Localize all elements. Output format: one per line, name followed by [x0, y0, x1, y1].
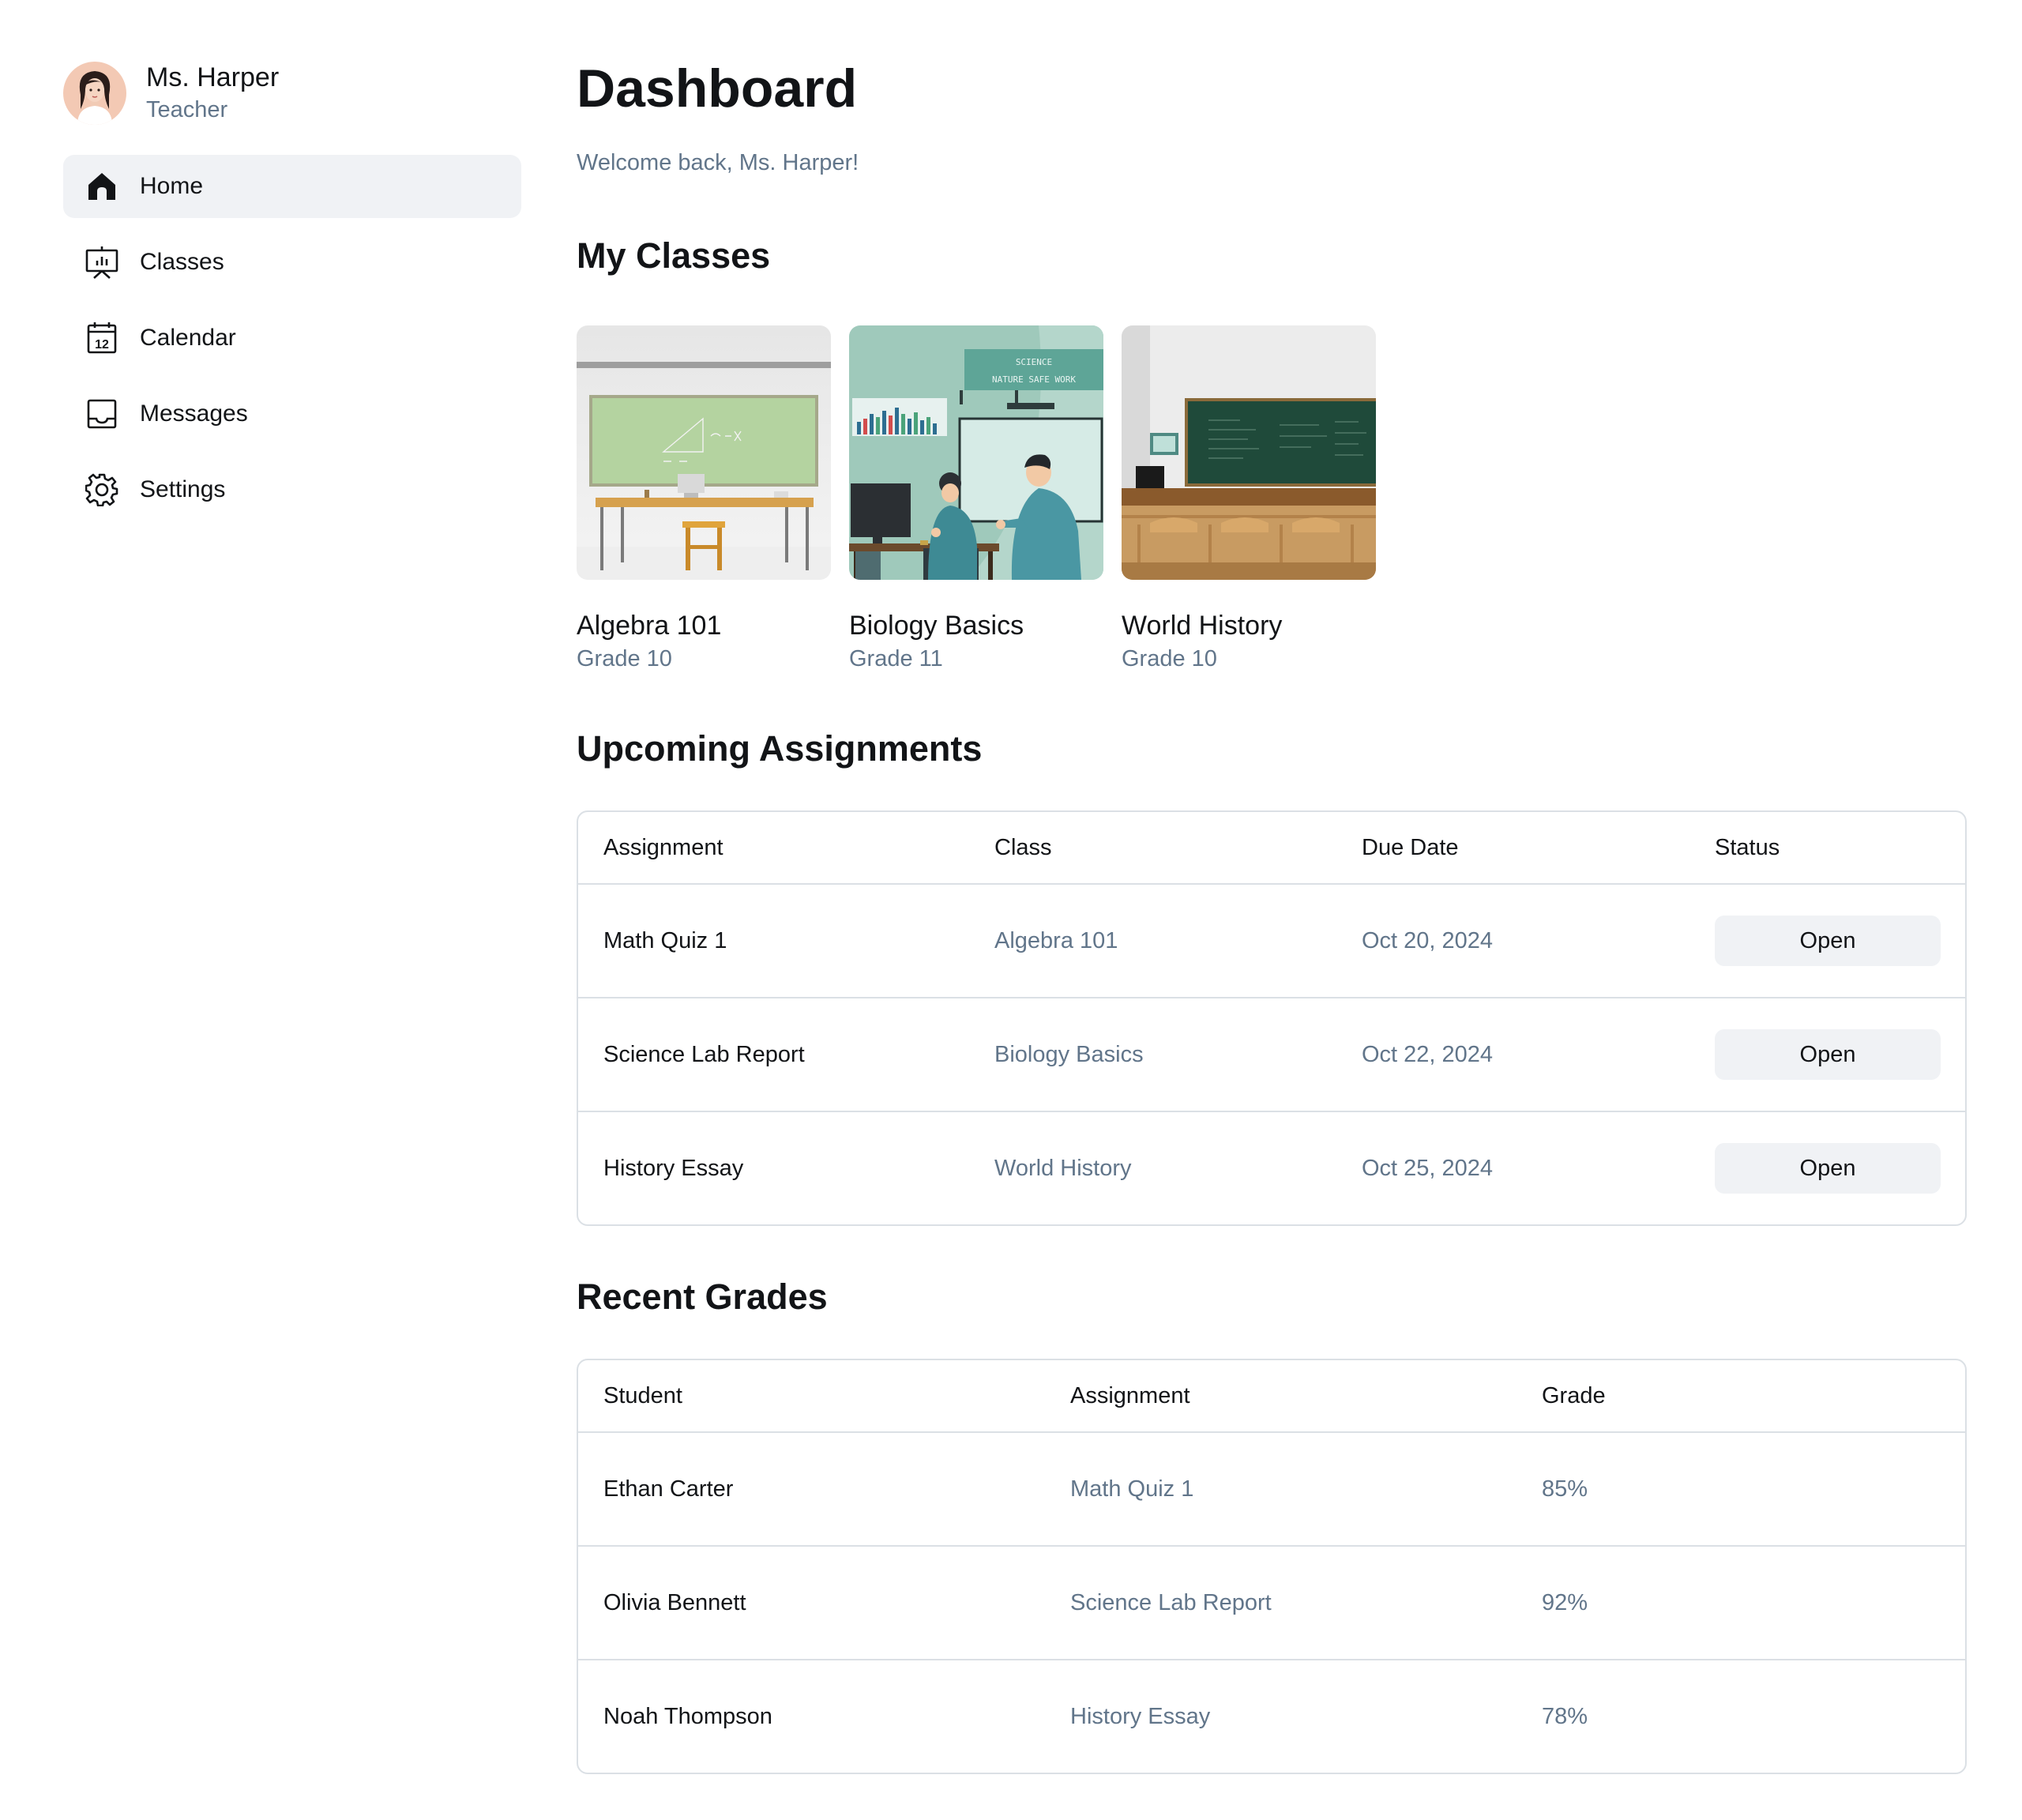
banner-line-2: NATURE SAFE WORK [992, 374, 1076, 385]
student-name: Noah Thompson [603, 1703, 772, 1729]
column-header-grade: Grade [1542, 1382, 1606, 1408]
sidebar-item-classes[interactable]: Classes [63, 231, 521, 294]
column-header-assignment: Assignment [1070, 1382, 1190, 1408]
banner-line-1: SCIENCE [1016, 357, 1052, 367]
class-card-biology[interactable]: SCIENCE NATURE SAFE WORK Biology Basics … [849, 325, 1103, 675]
assignment-class: World History [994, 1155, 1132, 1181]
sidebar-item-label: Settings [140, 476, 226, 502]
assignment-class: Biology Basics [994, 1041, 1144, 1067]
table-header-row: Student Assignment Grade [578, 1360, 1965, 1431]
welcome-message: Welcome back, Ms. Harper! [577, 150, 859, 175]
grade-assignment: Science Lab Report [1070, 1589, 1272, 1615]
user-name: Ms. Harper [146, 62, 280, 92]
sidebar-item-calendar[interactable]: 12 Calendar [63, 306, 521, 370]
my-classes-heading: My Classes [577, 235, 771, 276]
column-header-student: Student [603, 1382, 682, 1408]
column-header-due-date: Due Date [1362, 834, 1459, 860]
inbox-icon [85, 397, 118, 431]
column-header-status: Status [1715, 834, 1780, 860]
sidebar-item-home[interactable]: Home [63, 155, 521, 218]
grade-assignment: History Essay [1070, 1703, 1211, 1729]
sidebar-item-settings[interactable]: Settings [63, 458, 521, 521]
sidebar-item-label: Calendar [140, 325, 236, 351]
assignment-due-date: Oct 20, 2024 [1362, 927, 1494, 953]
class-image-algebra[interactable] [577, 325, 831, 580]
class-grade: Grade 10 [577, 646, 672, 671]
table-row: Math Quiz 1 Algebra 101 Oct 20, 2024 Ope… [578, 883, 1965, 997]
table-row: Science Lab Report Biology Basics Oct 22… [578, 997, 1965, 1111]
class-name: Biology Basics [849, 611, 1024, 641]
class-image-history[interactable] [1122, 325, 1376, 580]
class-grade: Grade 10 [1122, 646, 1217, 671]
page-title: Dashboard [577, 58, 858, 118]
status-open-button[interactable]: Open [1715, 916, 1941, 966]
sidebar-item-label: Home [140, 173, 204, 199]
user-profile[interactable]: Ms. Harper Teacher [63, 55, 521, 131]
column-header-assignment: Assignment [603, 834, 723, 860]
class-card-history[interactable]: World History Grade 10 [1122, 325, 1376, 675]
user-role: Teacher [146, 97, 228, 122]
table-header-row: Assignment Class Due Date Status [578, 812, 1965, 883]
status-open-button[interactable]: Open [1715, 1029, 1941, 1080]
table-row: Olivia Bennett Science Lab Report 92% [578, 1545, 1965, 1659]
calendar-icon: 12 [85, 322, 118, 355]
class-name: Algebra 101 [577, 611, 722, 641]
home-icon [85, 170, 118, 203]
class-grade: Grade 11 [849, 646, 943, 671]
assignments-table: Assignment Class Due Date Status Math Qu… [577, 810, 1967, 1226]
table-row: Ethan Carter Math Quiz 1 85% [578, 1431, 1965, 1545]
calendar-icon-day: 12 [95, 338, 109, 352]
upcoming-assignments-heading: Upcoming Assignments [577, 728, 983, 769]
avatar[interactable] [63, 62, 126, 125]
assignment-class: Algebra 101 [994, 927, 1118, 953]
recent-grades-heading: Recent Grades [577, 1277, 828, 1317]
status-open-button[interactable]: Open [1715, 1143, 1941, 1194]
grade-value: 85% [1542, 1476, 1588, 1502]
sidebar: Ms. Harper Teacher Home Classes 12 Calen… [63, 55, 521, 534]
assignment-due-date: Oct 22, 2024 [1362, 1041, 1494, 1067]
class-card-algebra[interactable]: Algebra 101 Grade 10 [577, 325, 831, 675]
student-name: Ethan Carter [603, 1476, 734, 1502]
assignment-name: History Essay [603, 1155, 744, 1181]
assignment-name: Math Quiz 1 [603, 927, 727, 953]
student-name: Olivia Bennett [603, 1589, 746, 1615]
sidebar-nav: Home Classes 12 Calendar Messages Settin… [63, 155, 521, 521]
class-cards: Algebra 101 Grade 10 SCIENCE NATURE SAFE… [577, 325, 1967, 675]
grade-assignment: Math Quiz 1 [1070, 1476, 1194, 1502]
sidebar-item-label: Classes [140, 249, 224, 275]
grade-value: 78% [1542, 1703, 1588, 1729]
grades-table: Student Assignment Grade Ethan Carter Ma… [577, 1359, 1967, 1774]
main-content: Dashboard Welcome back, Ms. Harper! My C… [577, 52, 1967, 1774]
table-row: Noah Thompson History Essay 78% [578, 1659, 1965, 1773]
assignment-name: Science Lab Report [603, 1041, 805, 1067]
sidebar-item-label: Messages [140, 400, 248, 427]
class-name: World History [1122, 611, 1283, 641]
gear-icon [85, 473, 118, 506]
grade-value: 92% [1542, 1589, 1588, 1615]
table-row: History Essay World History Oct 25, 2024… [578, 1111, 1965, 1224]
sidebar-item-messages[interactable]: Messages [63, 382, 521, 446]
class-image-biology[interactable]: SCIENCE NATURE SAFE WORK [849, 325, 1103, 580]
assignment-due-date: Oct 25, 2024 [1362, 1155, 1494, 1181]
presentation-icon [85, 246, 118, 279]
column-header-class: Class [994, 834, 1052, 860]
